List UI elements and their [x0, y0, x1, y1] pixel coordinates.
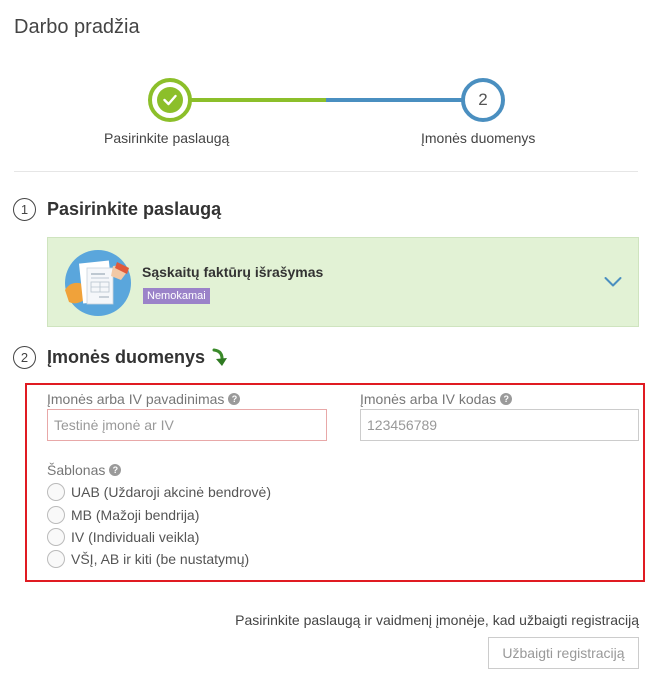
step-connector-done — [190, 98, 326, 102]
company-name-label: Įmonės arba IV pavadinimas ? — [47, 391, 241, 407]
radio-button[interactable] — [47, 506, 65, 524]
radio-label: IV (Individuali veikla) — [71, 529, 200, 545]
finish-registration-button[interactable]: Užbaigti registraciją — [488, 637, 639, 669]
company-form: Įmonės arba IV pavadinimas ? Įmonės arba… — [25, 383, 645, 582]
divider — [14, 171, 638, 172]
step-1-label: Pasirinkite paslaugą — [104, 130, 230, 146]
check-icon — [157, 87, 183, 113]
help-icon[interactable]: ? — [228, 393, 241, 405]
template-option-uab[interactable]: UAB (Uždaroji akcinė bendrovė) — [47, 483, 271, 501]
radio-button[interactable] — [47, 528, 65, 546]
company-name-input[interactable] — [47, 409, 327, 441]
company-code-label: Įmonės arba IV kodas ? — [360, 391, 513, 407]
radio-label: VŠĮ, AB ir kiti (be nustatymų) — [71, 551, 250, 567]
radio-label: MB (Mažoji bendrija) — [71, 507, 200, 523]
template-option-vsi[interactable]: VŠĮ, AB ir kiti (be nustatymų) — [47, 550, 249, 568]
step-2-label: Įmonės duomenys — [421, 130, 536, 146]
section-number: 1 — [13, 198, 36, 221]
company-code-input[interactable] — [360, 409, 639, 441]
arrow-down-icon — [212, 348, 228, 366]
section-number: 2 — [13, 346, 36, 369]
company-name-label-text: Įmonės arba IV pavadinimas — [47, 391, 225, 407]
radio-label: UAB (Uždaroji akcinė bendrovė) — [71, 484, 271, 500]
company-code-label-text: Įmonės arba IV kodas — [360, 391, 497, 407]
template-label-text: Šablonas — [47, 462, 106, 478]
step-1-circle[interactable] — [148, 78, 192, 122]
free-badge: Nemokamai — [143, 288, 210, 304]
invoice-illustration-icon — [65, 250, 131, 316]
service-card[interactable]: Sąskaitų faktūrų išrašymas Nemokamai — [47, 237, 639, 327]
section-title: Įmonės duomenys — [47, 347, 206, 367]
registration-hint: Pasirinkite paslaugą ir vaidmenį įmonėje… — [235, 612, 639, 628]
radio-button[interactable] — [47, 550, 65, 568]
help-icon[interactable]: ? — [500, 393, 513, 405]
radio-button[interactable] — [47, 483, 65, 501]
section-company-header: 2 Įmonės duomenys — [13, 346, 229, 369]
service-name: Sąskaitų faktūrų išrašymas — [142, 264, 324, 280]
step-2-number: 2 — [478, 90, 488, 109]
progress-stepper: 2 Pasirinkite paslaugą Įmonės duomenys — [0, 78, 651, 158]
step-2-circle[interactable]: 2 — [461, 78, 505, 122]
template-label: Šablonas ? — [47, 462, 122, 478]
page-title: Darbo pradžia — [14, 16, 140, 38]
help-icon[interactable]: ? — [109, 464, 122, 476]
template-option-iv[interactable]: IV (Individuali veikla) — [47, 528, 199, 546]
section-title: Pasirinkite paslaugą — [47, 199, 222, 219]
template-option-mb[interactable]: MB (Mažoji bendrija) — [47, 506, 199, 524]
chevron-down-icon[interactable] — [604, 276, 622, 288]
section-service-header: 1 Pasirinkite paslaugą — [13, 198, 221, 221]
step-connector-active — [326, 98, 464, 102]
